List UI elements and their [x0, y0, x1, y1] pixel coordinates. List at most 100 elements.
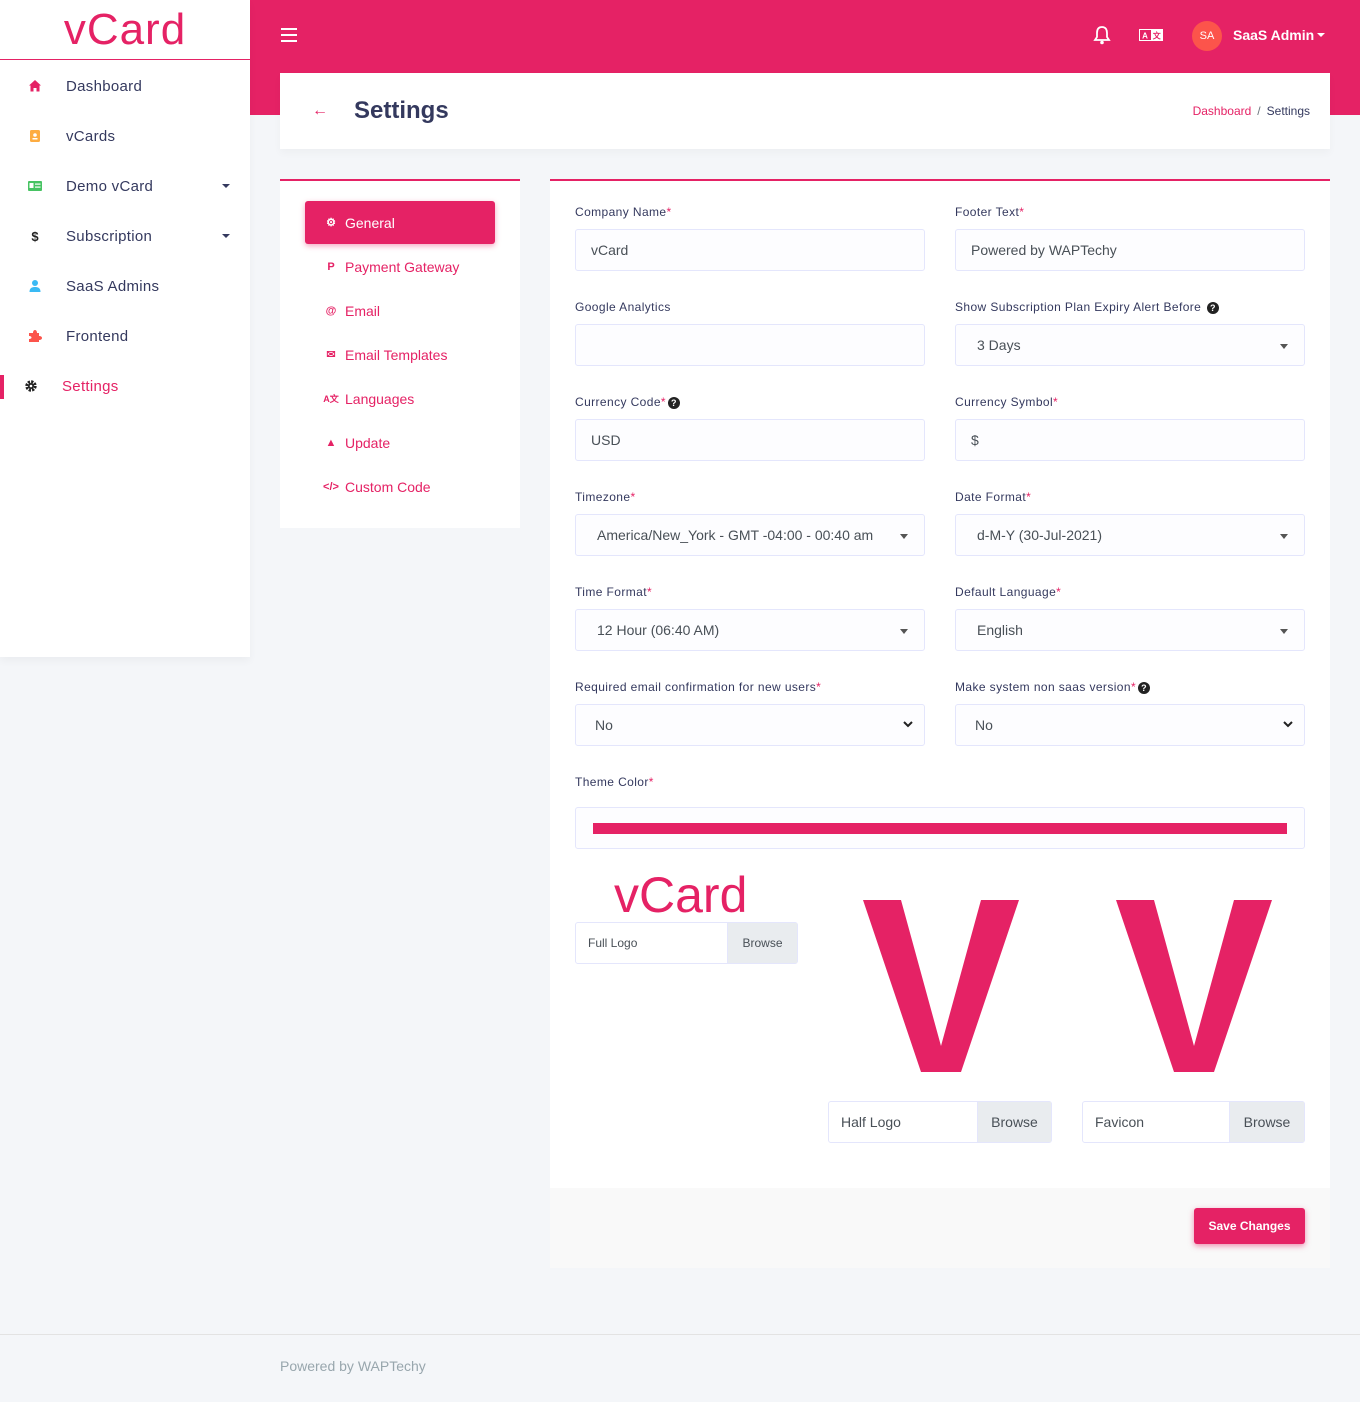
help-icon[interactable]: ? [667, 397, 680, 409]
default-language-label: Default Language* [955, 585, 1061, 599]
save-changes-button[interactable]: Save Changes [1194, 1208, 1305, 1244]
dollar-icon: $ [31, 228, 39, 244]
currency-code-label: Currency Code*? [575, 395, 680, 409]
settings-tab-label: Payment Gateway [345, 258, 460, 275]
settings-tab-general[interactable]: ⚙ General [305, 201, 495, 244]
gear-icon [25, 380, 37, 392]
settings-tab-languages[interactable]: A文 Languages [305, 377, 495, 420]
chevron-down-icon [1283, 721, 1293, 728]
id-card-icon [28, 181, 42, 191]
theme-color-picker[interactable] [575, 807, 1305, 849]
chevron-down-icon [903, 721, 913, 728]
file-input-label: Full Logo [588, 936, 638, 950]
avatar[interactable]: SA [1192, 21, 1222, 51]
field-label-text: Time Format [575, 585, 647, 599]
field-label-text: Date Format [955, 490, 1027, 504]
user-menu-label[interactable]: SaaS Admin [1233, 27, 1314, 43]
email-confirmation-label: Required email confirmation for new user… [575, 680, 821, 694]
currency-symbol-field[interactable]: $ [955, 419, 1305, 461]
translate-icon[interactable]: A 文 [1139, 29, 1163, 41]
help-icon[interactable]: ? [1206, 302, 1219, 314]
non-saas-select[interactable]: No [955, 704, 1305, 746]
sidebar-item-frontend[interactable]: Frontend [0, 311, 250, 361]
bell-icon[interactable] [1093, 25, 1111, 45]
page-footer: Powered by WAPTechy [0, 1334, 1360, 1402]
half-logo-preview: V [863, 900, 1019, 1072]
half-logo-upload[interactable]: Half Logo Browse [828, 1101, 1052, 1143]
breadcrumb-dashboard-link[interactable]: Dashboard [1193, 104, 1252, 118]
sidebar-item-saas-admins[interactable]: SaaS Admins [0, 261, 250, 311]
settings-menu: ⚙ General P Payment Gateway @ Email ✉ Email … [280, 179, 520, 528]
caret-down-icon [900, 534, 908, 539]
brand-logo[interactable]: vCard [0, 0, 250, 60]
chevron-down-icon[interactable] [1317, 33, 1325, 37]
date-format-label: Date Format* [955, 490, 1031, 504]
gears-icon: ⚙ [326, 217, 336, 229]
section-header: ← Settings Dashboard / Settings [280, 73, 1330, 149]
theme-color-label: Theme Color* [575, 775, 654, 789]
puzzle-icon [29, 330, 42, 342]
field-label-text: Currency Symbol [955, 395, 1054, 409]
brand-name[interactable]: vCard [64, 5, 186, 54]
time-format-select[interactable]: 12 Hour (06:40 AM) [575, 609, 925, 651]
sidebar-item-demo-vcard[interactable]: Demo vCard [0, 161, 250, 211]
browse-button[interactable]: Browse [1229, 1102, 1304, 1142]
company-name-label: Company Name* [575, 205, 672, 219]
timezone-label: Timezone* [575, 490, 636, 504]
google-analytics-field[interactable] [575, 324, 925, 366]
date-format-select[interactable]: d-M-Y (30-Jul-2021) [955, 514, 1305, 556]
sidebar-item-subscription[interactable]: $ Subscription [0, 211, 250, 261]
language-icon: A文 [323, 394, 339, 404]
non-saas-label: Make system non saas version*? [955, 680, 1151, 694]
currency-code-field[interactable]: USD [575, 419, 925, 461]
help-icon[interactable]: ? [1138, 682, 1151, 694]
company-name-field[interactable]: vCard [575, 229, 925, 271]
hamburger-icon[interactable] [281, 28, 297, 42]
footer-text: Powered by WAPTechy [280, 1358, 426, 1374]
field-label-text: Currency Code [575, 395, 661, 409]
required-mark: * [1026, 490, 1032, 504]
required-mark: * [630, 490, 636, 504]
select-value: English [977, 622, 1023, 638]
required-mark: * [1019, 205, 1025, 219]
caret-down-icon [1280, 344, 1288, 349]
sidebar-item-label: vCards [66, 127, 116, 145]
sidebar-item-vcards[interactable]: vCards [0, 111, 250, 161]
settings-tab-label: Update [345, 434, 391, 451]
time-format-label: Time Format* [575, 585, 652, 599]
required-mark: * [666, 205, 672, 219]
favicon-upload[interactable]: Favicon Browse [1082, 1101, 1305, 1143]
expiry-alert-select[interactable]: 3 Days [955, 324, 1305, 366]
code-icon: </> [323, 480, 339, 493]
home-icon [29, 80, 41, 92]
email-confirmation-select[interactable]: No [575, 704, 925, 746]
footer-text-field[interactable]: Powered by WAPTechy [955, 229, 1305, 271]
full-logo-upload[interactable]: Full Logo Browse [575, 922, 798, 964]
settings-tab-update[interactable]: ▲ Update [305, 421, 495, 464]
breadcrumb-current: Settings [1266, 104, 1310, 118]
chevron-down-icon [222, 234, 230, 238]
settings-tab-email-templates[interactable]: ✉ Email Templates [305, 333, 495, 376]
browse-button[interactable]: Browse [727, 923, 797, 963]
svg-text:A: A [1142, 32, 1148, 41]
sidebar-item-label: Frontend [66, 327, 129, 345]
select-value: No [975, 717, 993, 733]
default-language-select[interactable]: English [955, 609, 1305, 651]
back-arrow-icon[interactable]: ← [312, 102, 328, 120]
page-title: Settings [354, 97, 449, 124]
timezone-select[interactable]: America/New_York - GMT -04:00 - 00:40 am [575, 514, 925, 556]
sidebar-item-settings[interactable]: Settings [0, 361, 250, 411]
browse-button[interactable]: Browse [977, 1102, 1051, 1142]
chevron-down-icon [222, 184, 230, 188]
field-label-text: Footer Text [955, 205, 1020, 219]
select-value: America/New_York - GMT -04:00 - 00:40 am [597, 527, 874, 543]
sidebar-item-label: Settings [62, 377, 119, 395]
settings-tab-email[interactable]: @ Email [305, 289, 495, 332]
settings-tab-custom-code[interactable]: </> Custom Code [305, 465, 495, 508]
sidebar-item-dashboard[interactable]: Dashboard [0, 61, 250, 111]
field-label-text: Make system non saas version [955, 680, 1131, 694]
field-label-text: Required email confirmation for new user… [575, 680, 817, 694]
settings-tab-payment-gateway[interactable]: P Payment Gateway [305, 245, 495, 288]
caret-down-icon [900, 629, 908, 634]
active-indicator [0, 375, 4, 399]
